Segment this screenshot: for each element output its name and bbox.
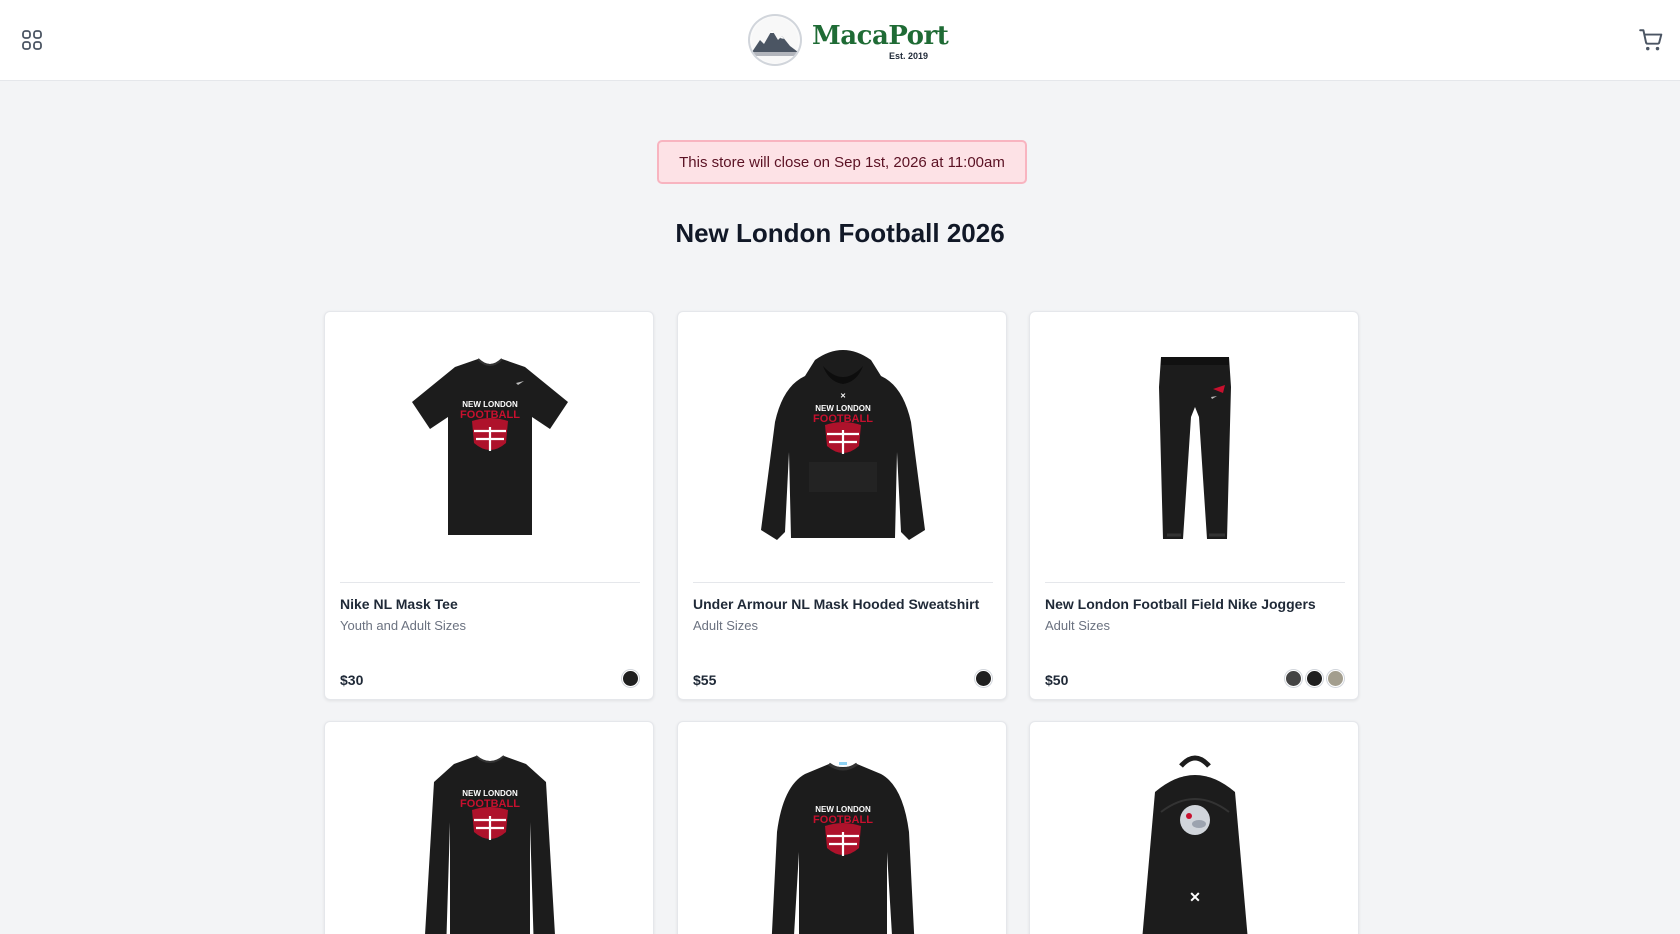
product-price: $30 [340,672,364,688]
product-image: NEW LONDON FOOTBALL [693,722,993,934]
color-swatches [1285,670,1344,687]
site-header: MacaPort Est. 2019 [0,0,1680,81]
mountain-logo-icon [748,14,802,66]
product-image [1045,312,1345,582]
product-card-nike-joggers[interactable]: New London Football Field Nike Joggers A… [1029,311,1359,700]
product-card-crewneck[interactable]: NEW LONDON FOOTBALL [677,721,1007,934]
product-name: Under Armour NL Mask Hooded Sweatshirt [693,596,980,612]
product-price: $55 [693,672,717,688]
product-sizes: Adult Sizes [693,618,759,633]
color-swatch-khaki[interactable] [1327,670,1344,687]
cart-icon[interactable] [1638,27,1664,53]
product-card-long-sleeve[interactable]: NEW LONDON FOOTBALL [324,721,654,934]
color-swatch-black[interactable] [622,670,639,687]
store-closing-notice: This store will close on Sep 1st, 2026 a… [657,140,1027,184]
product-image: ✕ [1045,722,1345,934]
color-swatch-charcoal[interactable] [1285,670,1302,687]
product-image: ✕ NEW LONDON FOOTBALL [693,312,993,582]
product-card-nike-mask-tee[interactable]: NEW LONDON FOOTBALL Nike NL Mask Tee You… [324,311,654,700]
page-title: New London Football 2026 [675,218,1005,248]
product-sizes: Adult Sizes [1045,618,1111,633]
brand-name: MacaPort [812,21,949,51]
svg-text:NEW LONDON: NEW LONDON [462,789,518,798]
color-swatch-black[interactable] [975,670,992,687]
svg-text:NEW LONDON: NEW LONDON [815,805,871,814]
product-card-ua-mask-hoodie[interactable]: ✕ NEW LONDON FOOTBALL Under Armour NL Ma… [677,311,1007,700]
product-image: NEW LONDON FOOTBALL [340,722,640,934]
svg-text:✕: ✕ [840,393,846,400]
svg-text:NEW LONDON: NEW LONDON [462,400,518,409]
product-image: NEW LONDON FOOTBALL [340,312,640,582]
grid-menu-icon[interactable] [20,28,44,52]
color-swatches [622,670,639,687]
product-card-backpack[interactable]: ✕ [1029,721,1359,934]
svg-text:NEW LONDON: NEW LONDON [815,404,871,413]
color-swatches [975,670,992,687]
product-price: $50 [1045,672,1069,688]
product-name: Nike NL Mask Tee [340,596,458,612]
svg-text:✕: ✕ [1189,889,1201,905]
product-name: New London Football Field Nike Joggers [1045,596,1316,612]
color-swatch-black[interactable] [1306,670,1323,687]
brand-logo[interactable]: MacaPort Est. 2019 [748,14,949,66]
product-sizes: Youth and Adult Sizes [340,618,467,633]
brand-est: Est. 2019 [888,51,928,61]
